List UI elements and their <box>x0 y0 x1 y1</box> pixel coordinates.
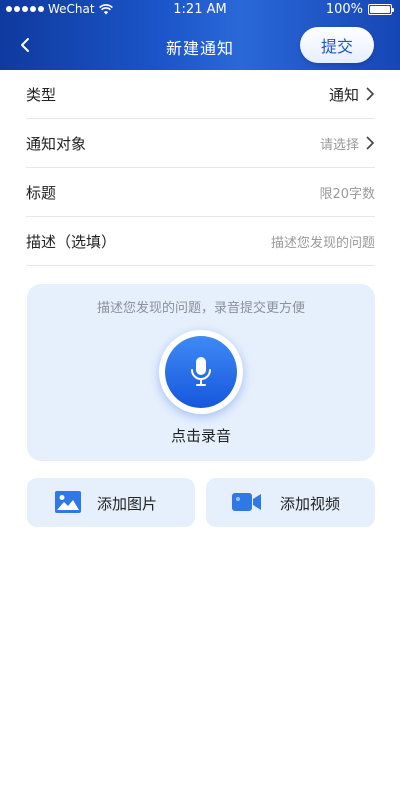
image-icon <box>55 491 81 513</box>
voice-hint: 描述您发现的问题，录音提交更方便 <box>96 301 305 316</box>
record-button-inner <box>165 336 237 408</box>
type-selector[interactable]: 通知 <box>329 84 375 105</box>
recipient-placeholder: 请选择 <box>319 137 359 153</box>
notice-form: 类型 通知 通知对象 请选择 标题 限20字数 描述（选填） 描述您发现的问题 <box>26 70 375 266</box>
type-row[interactable]: 类型 通知 <box>26 70 375 119</box>
back-icon[interactable] <box>14 34 36 56</box>
title-input[interactable]: 限20字数 <box>319 183 375 202</box>
description-label: 描述（选填） <box>26 232 117 251</box>
record-button[interactable] <box>159 330 243 414</box>
recipient-selector[interactable]: 请选择 <box>320 134 375 153</box>
add-video-button[interactable]: 添加视频 <box>206 478 375 527</box>
chevron-right-icon <box>366 87 375 101</box>
title-label: 标题 <box>26 183 57 202</box>
type-value: 通知 <box>328 85 359 104</box>
battery-percent: 100% <box>325 2 363 17</box>
title-row[interactable]: 标题 限20字数 <box>26 168 375 217</box>
battery-icon <box>368 4 394 15</box>
description-row[interactable]: 描述（选填） 描述您发现的问题 <box>26 217 375 266</box>
type-label: 类型 <box>26 85 57 104</box>
app-header: WeChat 1:21 AM 100% 新建通知 提交 <box>0 0 400 70</box>
add-video-label: 添加视频 <box>280 495 341 513</box>
video-camera-icon <box>232 493 261 511</box>
voice-record-card: 描述您发现的问题，录音提交更方便 点击录音 <box>27 284 375 461</box>
description-input[interactable]: 描述您发现的问题 <box>271 232 375 251</box>
microphone-icon <box>191 357 211 386</box>
recipient-row[interactable]: 通知对象 请选择 <box>26 119 375 168</box>
status-right: 100% <box>325 2 394 17</box>
recipient-label: 通知对象 <box>26 134 87 153</box>
record-label: 点击录音 <box>170 427 231 445</box>
add-image-button[interactable]: 添加图片 <box>27 478 195 527</box>
chevron-right-icon <box>366 136 375 150</box>
submit-button[interactable]: 提交 <box>300 27 374 63</box>
status-bar: WeChat 1:21 AM 100% <box>0 0 400 20</box>
add-image-label: 添加图片 <box>97 495 158 513</box>
